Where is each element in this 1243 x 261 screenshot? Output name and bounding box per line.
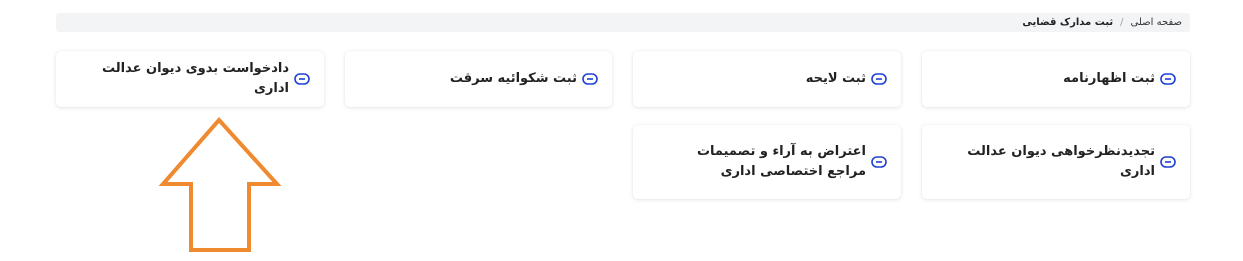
card-theft-complaint[interactable]: ثبت شکوائیه سرقت [345,51,612,107]
link-icon [1160,73,1176,85]
card-objection[interactable]: اعتراض به آراء و تصمیمات مراجع اختصاصی ا… [633,125,901,199]
link-icon [1160,156,1176,168]
card-label: اعتراض به آراء و تصمیمات مراجع اختصاصی ا… [696,144,866,179]
breadcrumb-current: ثبت مدارک قضایی [1022,17,1114,28]
link-icon [294,73,310,85]
up-arrow-annotation [158,116,282,252]
card-label: ثبت لایحه [805,71,866,86]
card-appeal[interactable]: تجدیدنظرخواهی دیوان عدالت اداری [922,125,1190,199]
breadcrumb-separator: / [1120,17,1124,28]
link-icon [871,73,887,85]
breadcrumb: صفحه اصلی / ثبت مدارک قضایی [56,13,1190,32]
card-label: تجدیدنظرخواهی دیوان عدالت اداری [967,144,1155,179]
card-label: ثبت اظهارنامه [1063,71,1155,86]
card-brief[interactable]: ثبت لایحه [633,51,901,107]
link-icon [582,73,598,85]
card-initial-petition[interactable]: دادخواست بدوی دیوان عدالت اداری [56,51,324,107]
link-icon [871,156,887,168]
card-declaration[interactable]: ثبت اظهارنامه [922,51,1190,107]
card-label: ثبت شکوائیه سرقت [449,71,577,86]
breadcrumb-home[interactable]: صفحه اصلی [1131,17,1182,28]
card-label: دادخواست بدوی دیوان عدالت اداری [101,61,289,96]
